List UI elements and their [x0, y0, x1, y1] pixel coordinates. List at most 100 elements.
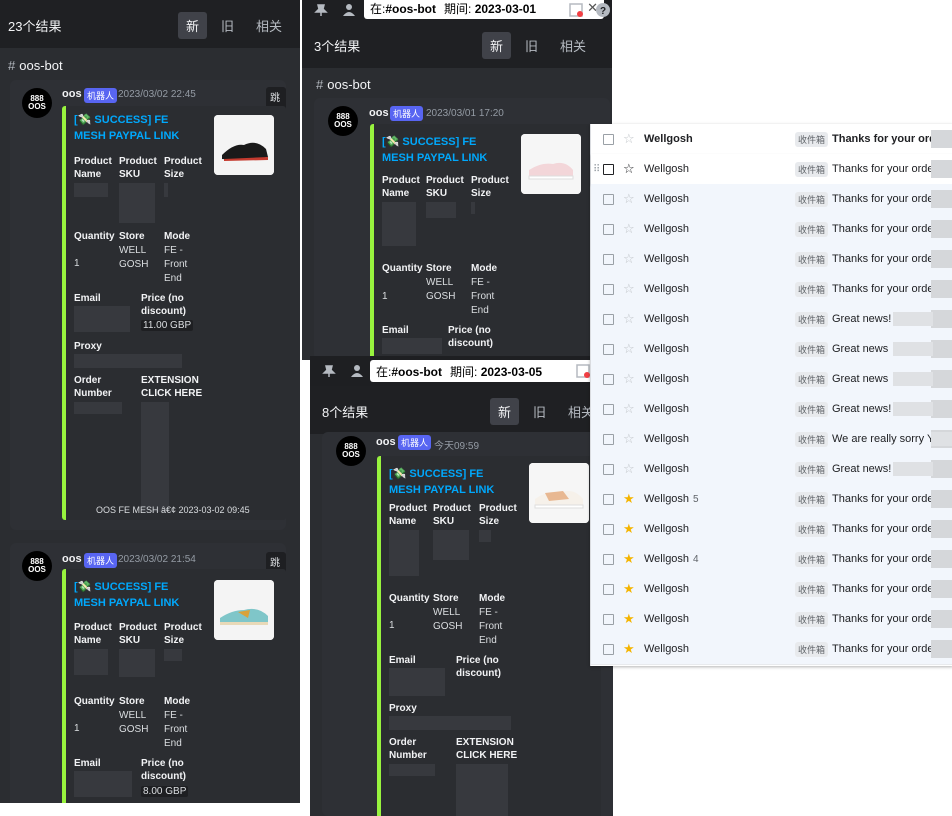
- avatar[interactable]: 888 OOS: [336, 436, 366, 466]
- checkbox-icon[interactable]: [603, 133, 614, 145]
- star-icon[interactable]: ☆: [623, 161, 635, 177]
- email-row[interactable]: ☆ Wellgosh 收件箱 Great news!: [591, 454, 952, 485]
- email-row[interactable]: ☆ Wellgosh 收件箱 Great news: [591, 334, 952, 365]
- checkbox-icon[interactable]: [603, 463, 614, 475]
- search-result-message[interactable]: 888OOS oos 机器人 2023/03/02 22:45 跳到 [💸 SU…: [10, 80, 286, 530]
- star-icon[interactable]: ☆: [623, 311, 635, 327]
- product-thumbnail[interactable]: [214, 580, 274, 640]
- tab-relevant[interactable]: 相关: [552, 32, 594, 59]
- tab-oldest[interactable]: 旧: [213, 12, 242, 39]
- avatar[interactable]: 888 OOS: [22, 88, 52, 118]
- star-icon[interactable]: ☆: [623, 221, 635, 237]
- extension-link[interactable]: EXTENSION CLICK HERE: [141, 374, 207, 400]
- star-icon[interactable]: ★: [623, 521, 635, 537]
- email-row[interactable]: ★ Wellgosh 4 收件箱 Thanks for your orde: [591, 544, 952, 575]
- pin-icon[interactable]: [320, 362, 338, 380]
- checkbox-icon[interactable]: [603, 553, 614, 565]
- star-icon[interactable]: ★: [623, 491, 635, 507]
- checkbox-icon[interactable]: [603, 373, 614, 385]
- tab-oldest[interactable]: 旧: [525, 398, 554, 425]
- embed-title-link[interactable]: [💸 SUCCESS] FE MESH PAYPAL LINK: [74, 112, 199, 144]
- pin-icon[interactable]: [312, 1, 330, 19]
- star-icon[interactable]: ☆: [623, 401, 635, 417]
- inbox-label[interactable]: 收件箱: [795, 641, 829, 657]
- checkbox-icon[interactable]: [603, 283, 614, 295]
- email-row[interactable]: ⠿ ☆ Wellgosh 收件箱 Thanks for your orde: [591, 154, 952, 185]
- star-icon[interactable]: ★: [623, 641, 635, 657]
- inbox-label[interactable]: 收件箱: [795, 311, 829, 327]
- email-row[interactable]: ☆ Wellgosh 收件箱 Great news!: [591, 304, 952, 335]
- star-icon[interactable]: ☆: [623, 461, 635, 477]
- tab-newest[interactable]: 新: [178, 12, 208, 39]
- tab-oldest[interactable]: 旧: [517, 32, 546, 59]
- product-thumbnail[interactable]: [529, 463, 589, 523]
- inbox-label[interactable]: 收件箱: [795, 281, 829, 297]
- star-icon[interactable]: ★: [623, 581, 635, 597]
- email-row[interactable]: ☆ Wellgosh 收件箱 Great news!: [591, 394, 952, 425]
- star-icon[interactable]: ☆: [623, 371, 635, 387]
- inbox-label[interactable]: 收件箱: [795, 521, 829, 537]
- search-result-message[interactable]: 888 OOS oos 机器人 2023/03/01 17:20 [💸 SUCCE…: [314, 98, 610, 360]
- username[interactable]: oos: [62, 553, 82, 565]
- email-row[interactable]: ☆ Wellgosh 收件箱 Thanks for your orde: [591, 184, 952, 215]
- inbox-label[interactable]: 收件箱: [795, 161, 829, 177]
- email-row[interactable]: ☆ Wellgosh 收件箱 Thanks for your ord: [591, 124, 952, 155]
- star-icon[interactable]: ☆: [623, 281, 635, 297]
- checkbox-icon[interactable]: [603, 253, 614, 265]
- checkbox-icon[interactable]: [603, 343, 614, 355]
- username[interactable]: oos: [369, 107, 389, 119]
- drag-handle-icon[interactable]: ⠿: [593, 164, 600, 175]
- star-icon[interactable]: ★: [623, 611, 635, 627]
- avatar[interactable]: 888 OOS: [328, 106, 358, 136]
- email-row[interactable]: ☆ Wellgosh 收件箱 Thanks for your orde: [591, 214, 952, 245]
- email-row[interactable]: ★ Wellgosh 收件箱 Thanks for your orde: [591, 514, 952, 545]
- email-row[interactable]: ☆ Wellgosh 收件箱 Thanks for your orde: [591, 274, 952, 305]
- checkbox-icon[interactable]: [603, 193, 614, 205]
- inbox-label[interactable]: 收件箱: [795, 431, 829, 447]
- inbox-label[interactable]: 收件箱: [795, 251, 829, 267]
- checkbox-icon[interactable]: [603, 583, 614, 595]
- checkbox-icon[interactable]: [603, 163, 614, 175]
- star-icon[interactable]: ☆: [623, 191, 635, 207]
- username[interactable]: oos: [62, 88, 82, 100]
- inbox-label[interactable]: 收件箱: [795, 581, 829, 597]
- inbox-label[interactable]: 收件箱: [795, 461, 829, 477]
- star-icon[interactable]: ☆: [623, 431, 635, 447]
- members-icon[interactable]: [348, 362, 366, 380]
- username[interactable]: oos: [376, 436, 396, 448]
- star-icon[interactable]: ☆: [623, 131, 635, 147]
- star-icon[interactable]: ☆: [623, 341, 635, 357]
- search-result-message[interactable]: 888 OOS oos 机器人 今天09:59 [💸 SUCCESS] FE ME…: [322, 432, 613, 816]
- checkbox-icon[interactable]: [603, 403, 614, 415]
- product-thumbnail[interactable]: [521, 134, 581, 194]
- inbox-label[interactable]: 收件箱: [795, 491, 829, 507]
- inbox-label[interactable]: 收件箱: [795, 191, 829, 207]
- tab-relevant[interactable]: 相关: [248, 12, 290, 39]
- inbox-label[interactable]: 收件箱: [795, 341, 829, 357]
- star-icon[interactable]: ★: [623, 551, 635, 567]
- channel-name[interactable]: # oos-bot: [316, 77, 371, 92]
- inbox-icon[interactable]: [567, 1, 585, 19]
- email-row[interactable]: ★ Wellgosh 收件箱 Thanks for your orde: [591, 574, 952, 605]
- email-row[interactable]: ☆ Wellgosh 收件箱 Thanks for your orde: [591, 244, 952, 275]
- channel-name[interactable]: # oos-bot: [8, 58, 63, 73]
- email-row[interactable]: ★ Wellgosh 收件箱 Thanks for your orde: [591, 604, 952, 635]
- embed-title-link[interactable]: [💸 SUCCESS] FE MESH PAYPAL LINK: [389, 466, 514, 498]
- checkbox-icon[interactable]: [603, 313, 614, 325]
- embed-title-link[interactable]: [💸 SUCCESS] FE MESH PAYPAL LINK: [382, 134, 507, 166]
- inbox-label[interactable]: 收件箱: [795, 221, 829, 237]
- inbox-label[interactable]: 收件箱: [795, 401, 829, 417]
- checkbox-icon[interactable]: [603, 223, 614, 235]
- tab-newest[interactable]: 新: [482, 32, 512, 59]
- email-row[interactable]: ★ Wellgosh 收件箱 Thanks for your orde: [591, 634, 952, 665]
- checkbox-icon[interactable]: [603, 613, 614, 625]
- star-icon[interactable]: ☆: [623, 251, 635, 267]
- product-thumbnail[interactable]: [214, 115, 274, 175]
- inbox-label[interactable]: 收件箱: [795, 611, 829, 627]
- inbox-label[interactable]: 收件箱: [795, 551, 829, 567]
- extension-link[interactable]: EXTENSION CLICK HERE: [456, 736, 522, 762]
- email-row[interactable]: ☆ Wellgosh 收件箱 Great news: [591, 364, 952, 395]
- checkbox-icon[interactable]: [603, 643, 614, 655]
- inbox-label[interactable]: 收件箱: [795, 131, 829, 147]
- email-row[interactable]: ★ Wellgosh 5 收件箱 Thanks for your orde: [591, 484, 952, 515]
